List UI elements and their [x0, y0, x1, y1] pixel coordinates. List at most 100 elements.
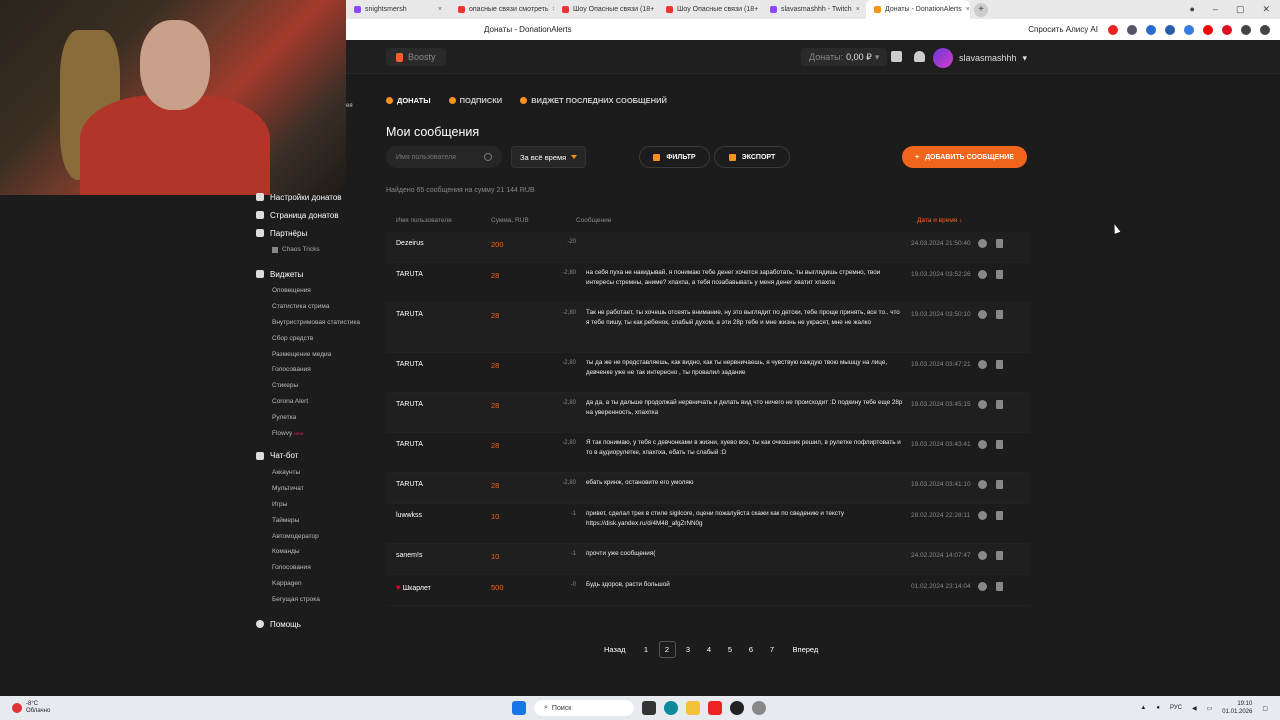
- info-icon[interactable]: [978, 239, 987, 248]
- clock[interactable]: 19:10 01.01.2026: [1222, 700, 1252, 716]
- info-icon[interactable]: [978, 480, 987, 489]
- tab-donates[interactable]: ДОНАТЫ: [386, 96, 431, 105]
- menu-icon[interactable]: [1260, 24, 1270, 35]
- bell-icon[interactable]: [914, 51, 925, 62]
- maximize-icon[interactable]: ▢: [1236, 4, 1245, 15]
- sidebar-item-chatbot[interactable]: Таймеры: [256, 512, 376, 528]
- lang-indicator[interactable]: РУС: [1170, 705, 1182, 711]
- info-icon[interactable]: [978, 270, 987, 279]
- sidebar-item-donate-settings[interactable]: Настройки донатов: [256, 188, 376, 206]
- edge-icon[interactable]: [664, 701, 678, 715]
- trash-icon[interactable]: [996, 440, 1003, 449]
- close-icon[interactable]: ×: [966, 6, 970, 13]
- windows-start-icon[interactable]: [512, 701, 526, 715]
- trash-icon[interactable]: [996, 511, 1003, 520]
- notifications-icon[interactable]: ▢: [1262, 705, 1268, 712]
- browser-tab[interactable]: опасные связи смотреть×: [450, 0, 554, 19]
- settings-icon[interactable]: [752, 701, 766, 715]
- trash-icon[interactable]: [996, 270, 1003, 279]
- browser-tab[interactable]: Донаты - DonationAlerts ×: [866, 0, 970, 19]
- browser-tab[interactable]: Шоу Опасные связи (18+×: [658, 0, 762, 19]
- taskbar-search[interactable]: ⌕ Поиск: [534, 700, 634, 716]
- export-button[interactable]: ЭКСПОРТ: [714, 146, 790, 168]
- user-menu[interactable]: slavasmashhh ▾: [933, 48, 1027, 68]
- download-icon[interactable]: [1241, 24, 1251, 35]
- info-icon[interactable]: [978, 551, 987, 560]
- new-tab-button[interactable]: +: [974, 2, 988, 17]
- trash-icon[interactable]: [996, 400, 1003, 409]
- sidebar-item-chatbot[interactable]: Аккаунты: [256, 465, 376, 481]
- info-icon[interactable]: [978, 582, 987, 591]
- sidebar-item-chatbot[interactable]: Команды: [256, 544, 376, 560]
- sidebar-item-widget[interactable]: Corona Alert: [256, 394, 376, 410]
- trash-icon[interactable]: [996, 582, 1003, 591]
- weather-widget[interactable]: -8°C Облачно: [0, 701, 50, 715]
- globe-icon[interactable]: [1165, 24, 1175, 35]
- close-icon[interactable]: ×: [438, 6, 442, 13]
- sidebar-item-chatbot[interactable]: Автомодератор: [256, 528, 376, 544]
- trash-icon[interactable]: [996, 551, 1003, 560]
- trash-icon[interactable]: [996, 360, 1003, 369]
- extension-icon[interactable]: [1127, 24, 1137, 35]
- sidebar-item-chatbot[interactable]: Игры: [256, 497, 376, 513]
- store-icon[interactable]: [1184, 24, 1194, 35]
- sidebar-item-chaos-tricks[interactable]: Chaos Tricks: [256, 242, 376, 257]
- pager-page[interactable]: 7: [764, 641, 781, 658]
- filter-button[interactable]: ФИЛЬТР: [639, 146, 710, 168]
- profile-icon[interactable]: ●: [1189, 4, 1194, 15]
- sidebar-item-donate-page[interactable]: Страница донатов: [256, 206, 376, 224]
- network-icon[interactable]: ▭: [1207, 705, 1213, 712]
- folder-icon[interactable]: [686, 701, 700, 715]
- sidebar-item-widget[interactable]: Размещение медиа: [256, 346, 376, 362]
- search-input[interactable]: Имя пользователя: [386, 146, 502, 168]
- mic-icon[interactable]: ●: [1156, 705, 1160, 711]
- sidebar-item-partners[interactable]: Партнёры: [256, 224, 376, 242]
- info-icon[interactable]: [978, 400, 987, 409]
- pager-prev-button[interactable]: Назад: [596, 641, 634, 658]
- yandex-browser-icon[interactable]: [708, 701, 722, 715]
- vk-icon[interactable]: [1146, 24, 1156, 35]
- pager-page[interactable]: 1: [638, 641, 655, 658]
- tab-subscriptions[interactable]: ПОДПИСКИ: [448, 96, 502, 105]
- trash-icon[interactable]: [996, 239, 1003, 248]
- trash-icon[interactable]: [996, 310, 1003, 319]
- pager-page[interactable]: 5: [722, 641, 739, 658]
- trash-icon[interactable]: [996, 480, 1003, 489]
- youtube-icon[interactable]: [1203, 24, 1213, 35]
- gift-icon[interactable]: [1222, 24, 1232, 35]
- wallet-icon[interactable]: [891, 51, 902, 62]
- close-icon[interactable]: ×: [856, 6, 860, 13]
- terminal-icon[interactable]: [642, 701, 656, 715]
- browser-tab[interactable]: slavasmashhh - Twitch ×: [762, 0, 866, 19]
- sidebar-item-help[interactable]: Помощь: [256, 615, 376, 633]
- sidebar-item-widget[interactable]: Статистика стрима: [256, 299, 376, 315]
- pager-page[interactable]: 3: [680, 641, 697, 658]
- sidebar-item-chatbot[interactable]: Бегущая строка: [256, 591, 376, 607]
- pager-next-button[interactable]: Вперед: [785, 641, 827, 658]
- sidebar-item-chatbot[interactable]: Голосования: [256, 560, 376, 576]
- boosty-button[interactable]: Boosty: [386, 48, 446, 66]
- minimize-icon[interactable]: –: [1213, 4, 1218, 15]
- volume-icon[interactable]: ◀: [1192, 705, 1197, 712]
- sidebar-item-chatbot[interactable]: Kappagen: [256, 576, 376, 592]
- sidebar-item-widget[interactable]: Внутристримовая статистика: [256, 315, 376, 331]
- browser-tab[interactable]: Шоу Опасные связи (18+×: [554, 0, 658, 19]
- add-message-button[interactable]: + ДОБАВИТЬ СООБЩЕНИЕ: [902, 146, 1027, 168]
- sidebar-item-widget[interactable]: Оповещения: [256, 283, 376, 299]
- donates-balance[interactable]: Донаты: 0,00 ₽ ▾: [801, 48, 888, 66]
- sidebar-section-chatbot[interactable]: Чат-бот: [256, 447, 376, 465]
- sidebar-item-widget[interactable]: Flowvy NEW: [256, 425, 376, 441]
- info-icon[interactable]: [978, 310, 987, 319]
- opera-icon[interactable]: [1108, 24, 1118, 35]
- sidebar-item-widget[interactable]: Голосования: [256, 362, 376, 378]
- sidebar-item-widget[interactable]: Рулетка: [256, 409, 376, 425]
- app-icon[interactable]: [730, 701, 744, 715]
- sidebar-section-widgets[interactable]: Виджеты: [256, 265, 376, 283]
- pager-page[interactable]: 6: [743, 641, 760, 658]
- info-icon[interactable]: [978, 360, 987, 369]
- period-select[interactable]: За всё время: [511, 146, 586, 168]
- chevron-up-icon[interactable]: ▲: [1140, 705, 1146, 711]
- ask-alice-button[interactable]: Спросить Алису AI: [1028, 25, 1098, 34]
- pager-page[interactable]: 2: [658, 641, 676, 658]
- col-date-sort[interactable]: Дата и время ↓: [917, 217, 962, 224]
